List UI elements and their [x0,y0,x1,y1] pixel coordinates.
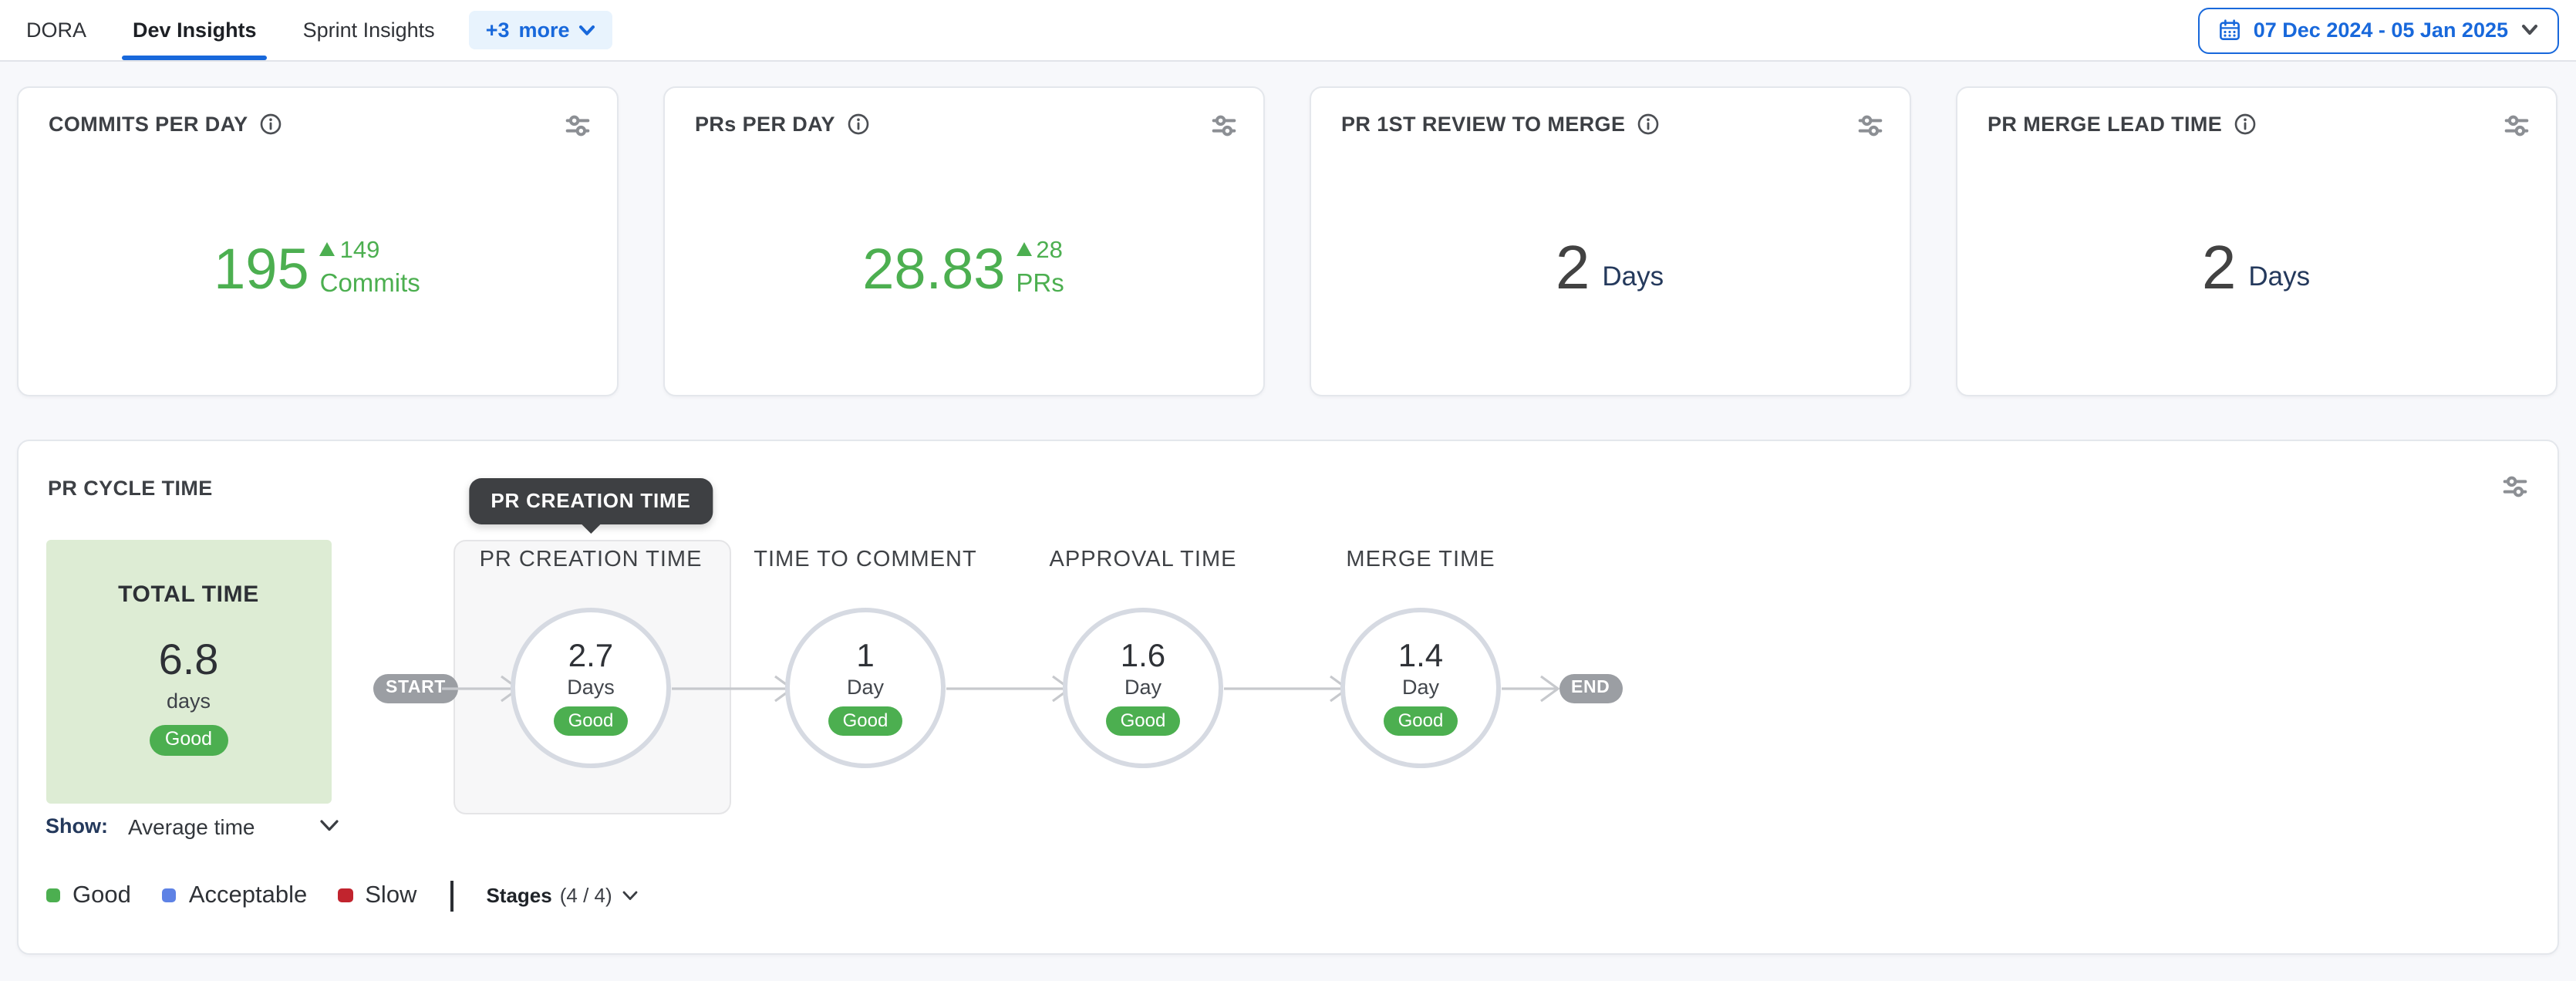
status-badge: Good [1107,707,1180,737]
tab-dev-insights[interactable]: Dev Insights [133,0,257,61]
chevron-down-icon [2520,23,2539,37]
date-range-label: 07 Dec 2024 - 05 Jan 2025 [2254,19,2508,42]
stage-unit: Days [567,677,615,698]
metric-delta: 149 [340,239,380,263]
metric-merge-lead-time: 2 Days [2202,238,2310,297]
date-range-picker[interactable]: 07 Dec 2024 - 05 Jan 2025 [2198,7,2559,53]
status-badge: Good [555,707,628,737]
metric-value: 2 [1556,238,1590,297]
card-pr-merge-lead-time: PR MERGE LEAD TIME 2 Days [1955,86,2557,396]
status-badge: Good [1384,707,1458,737]
metric-cards-row: COMMITS PER DAY 195 149 Commits [16,86,2560,396]
metric-unit: Days [1602,264,1664,291]
calendar-icon [2218,19,2241,42]
tab-dora[interactable]: DORA [26,0,86,61]
dev-insights-dashboard: DORA Dev Insights Sprint Insights +3 mor… [0,0,2576,981]
stage-value: 1 [856,640,874,673]
metric-prs: 28.83 28 PRs [862,239,1064,296]
metric-value: 2 [2202,238,2237,297]
chevron-down-icon [579,24,596,36]
stage-unit: Day [847,677,884,698]
stage-node-merge-time[interactable]: 1.4 Day Good [1340,608,1501,768]
metric-value: 28.83 [862,242,1005,296]
stage-tooltip: PR CREATION TIME [469,477,712,524]
stage-unit: Day [1124,677,1162,698]
triangle-up-icon [320,243,335,257]
stage-node-approval-time[interactable]: 1.6 Day Good [1063,608,1223,768]
pr-cycle-time-panel: PR CYCLE TIME PR CREATION TIME TOTAL TIM… [16,439,2558,954]
card-commits-per-day: COMMITS PER DAY 195 149 Commits [16,86,618,396]
stage-value: 1.6 [1121,640,1165,673]
top-nav: DORA Dev Insights Sprint Insights +3 mor… [0,0,2576,62]
more-tabs-label: more [519,19,570,42]
metric-review-to-merge: 2 Days [1556,238,1664,297]
stage-node-time-to-comment[interactable]: 1 Day Good [785,608,946,768]
more-tabs-count: +3 [486,19,510,42]
metric-value: 195 [214,242,309,296]
triangle-up-icon [1016,243,1031,257]
metric-commits: 195 149 Commits [214,239,420,296]
stage-node-pr-creation-time[interactable]: 2.7 Days Good [511,608,671,768]
metric-delta: 28 [1036,239,1063,263]
status-badge: Good [829,707,902,737]
card-pr-first-review-to-merge: PR 1ST REVIEW TO MERGE 2 Days [1309,86,1910,396]
stage-value: 2.7 [568,640,613,673]
card-prs-per-day: PRs PER DAY 28.83 28 PRs [663,86,1264,396]
more-tabs-button[interactable]: +3 more [469,11,613,49]
stage-unit: Day [1402,677,1439,698]
flow-connectors [18,440,2560,956]
metric-unit: Days [2248,264,2310,291]
stage-value: 1.4 [1398,640,1443,673]
tab-sprint-insights[interactable]: Sprint Insights [303,0,435,61]
metric-unit: PRs [1016,271,1064,296]
metric-unit: Commits [320,271,420,296]
